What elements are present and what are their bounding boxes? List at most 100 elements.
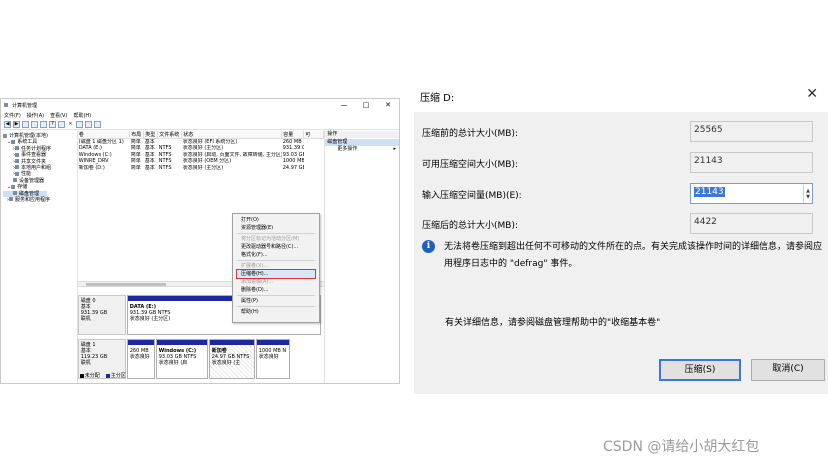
menu-item-add-mirror: 添加镜像(A)...: [241, 279, 274, 285]
actions-pane: 操作 磁盘管理 更多操作 ▸: [324, 131, 399, 383]
primary-swatch-icon: [105, 373, 110, 378]
delete-icon[interactable]: ✕: [67, 121, 74, 128]
view-icon[interactable]: [58, 121, 65, 128]
menu-item-format[interactable]: 格式化(F)...: [233, 251, 319, 259]
performance-icon: [15, 171, 19, 176]
partition-windows-c[interactable]: Windows (C:) 93.03 GB NTFS 状态良好 (启: [155, 339, 208, 379]
clock-icon: [15, 146, 19, 151]
info-message: 无法将卷压缩到超出任何不可移动的文件所在的点。有关完成该操作时间的详细信息，请参…: [444, 242, 823, 269]
total-before-field: 25565: [690, 121, 813, 142]
users-icon: [15, 165, 19, 170]
back-icon[interactable]: ◀: [4, 121, 11, 128]
dialog-close-icon[interactable]: ✕: [806, 86, 818, 102]
shrink-dialog: 压缩 D: ✕ 压缩前的总计大小(MB): 25565 可用压缩空间大小(MB)…: [414, 80, 828, 394]
spinner-arrows[interactable]: ▲ ▼: [803, 184, 812, 203]
menu-separator: [237, 306, 315, 307]
available-shrink-field: 21143: [690, 152, 813, 173]
event-icon: [15, 152, 19, 157]
disk-icon: [13, 191, 17, 196]
chevron-right-icon: ▸: [393, 146, 396, 152]
col-filesystem[interactable]: 文件系统: [157, 131, 183, 139]
cm-body: 计算机管理(本地) ⌄ 系统工具 › 任务计划程序 › 事件查看器 › 共享文件夹 › 本…: [1, 131, 399, 383]
shrink-button[interactable]: 压缩(S): [659, 359, 741, 381]
cm-title: 计算机管理: [12, 102, 38, 109]
menu-separator: [237, 295, 315, 296]
col-volume[interactable]: 卷: [77, 131, 131, 139]
scrollbar-thumb[interactable]: [85, 283, 166, 286]
info-icon: i: [422, 240, 435, 253]
services-icon: [9, 197, 13, 202]
check-icon[interactable]: [76, 121, 83, 128]
forward-icon[interactable]: ▶: [13, 121, 20, 128]
col-layout[interactable]: 布局: [129, 131, 145, 139]
cm-menu-bar: 文件(F) 操作(A) 查看(V) 帮助(H): [1, 111, 399, 120]
search-icon[interactable]: [85, 121, 92, 128]
partition-new-volume-d[interactable]: 新加卷 24.97 GB NTFS 状态良好 (主: [208, 339, 255, 379]
maximize-button[interactable]: □: [355, 101, 377, 109]
partition-winre[interactable]: 1000 MB N 状态良好: [255, 339, 290, 379]
table-row[interactable]: 新加卷 (D:) 简单 基本 NTFS 状态良好 (主分区) 24.97 GB: [78, 165, 324, 171]
menu-item-change-letter[interactable]: 更改驱动器号和路径(C)...: [233, 243, 319, 251]
col-free[interactable]: 可: [303, 131, 325, 139]
label-total-after: 压缩后的总计大小(MB):: [422, 221, 518, 231]
menu-item-mark-active: 将分区标记为活动分区(M): [241, 236, 300, 242]
computer-icon: [3, 133, 7, 138]
disk-legend: 未分配 主分区: [79, 372, 126, 379]
col-type[interactable]: 类型: [143, 131, 159, 139]
partition-efi[interactable]: 260 MB 状态良好: [126, 339, 155, 379]
menu-item-open[interactable]: 打开(O): [233, 216, 319, 224]
view-detail-icon[interactable]: [94, 121, 101, 128]
unallocated-swatch-icon: [79, 373, 84, 378]
label-available-shrink: 可用压缩空间大小(MB):: [422, 160, 518, 170]
disk-label-0[interactable]: 磁盘 0 基本 931.39 GB 联机: [77, 295, 126, 335]
navigation-tree: 计算机管理(本地) ⌄ 系统工具 › 任务计划程序 › 事件查看器 › 共享文件夹 › 本…: [1, 131, 78, 383]
tree-item-services-apps[interactable]: › 服务和应用程序: [3, 197, 77, 203]
cm-toolbar: ◀ ▶ ? ✕: [1, 120, 399, 130]
menu-item-delete[interactable]: 删除卷(D)...: [233, 286, 319, 294]
screenshot-root: 计算机管理 — □ ✕ 文件(F) 操作(A) 查看(V) 帮助(H) ◀ ▶ …: [0, 0, 828, 466]
menu-item-explore[interactable]: 资源管理器(E): [233, 224, 319, 232]
menu-item-extend: 扩展卷(X)...: [241, 263, 269, 269]
actions-header: 操作: [325, 131, 399, 138]
menu-separator: [237, 260, 315, 261]
watermark: CSDN @请给小胡大红包: [603, 439, 760, 455]
menu-item-help[interactable]: 帮助(H): [233, 308, 319, 316]
close-button[interactable]: ✕: [377, 101, 399, 109]
label-shrink-amount: 输入压缩空间量(MB)(E):: [422, 191, 522, 201]
menu-view[interactable]: 查看(V): [50, 112, 67, 119]
dialog-title: 压缩 D:: [420, 93, 455, 104]
up-icon[interactable]: [22, 121, 29, 128]
properties-icon[interactable]: [40, 121, 47, 128]
menu-item-properties[interactable]: 属性(P): [233, 297, 319, 305]
dialog-body: 压缩前的总计大小(MB): 25565 可用压缩空间大小(MB): 21143 …: [414, 112, 828, 394]
shrink-amount-value[interactable]: 21143: [694, 187, 725, 197]
menu-help[interactable]: 帮助(H): [73, 112, 91, 119]
help-message: 有关详细信息，请参阅磁盘管理帮助中的"收缩基本卷": [445, 318, 661, 328]
table-row[interactable]: (磁盘 1 磁盘分区 1) 简单 基本 状态良好 (EFI 系统分区) 260 MB: [78, 139, 324, 146]
legend-primary: 主分区: [105, 372, 126, 379]
volume-table-header: 卷 布局 类型 文件系统 状态 容量 可: [77, 131, 325, 139]
menu-item-shrink[interactable]: 压缩卷(H)...: [236, 269, 316, 279]
storage-icon: [11, 184, 16, 189]
computer-management-icon: [4, 103, 8, 107]
device-icon: [13, 178, 17, 183]
legend-unallocated: 未分配: [79, 372, 100, 379]
arrow-down-icon[interactable]: ▼: [806, 194, 810, 200]
minimize-button[interactable]: —: [333, 101, 355, 109]
volume-table: 卷 布局 类型 文件系统 状态 容量 可 (磁盘 1 磁盘分区 1) 简单 基本 状态…: [77, 131, 325, 171]
col-capacity[interactable]: 容量: [281, 131, 305, 139]
window-controls: — □ ✕: [333, 101, 399, 109]
actions-disk-management[interactable]: 磁盘管理: [325, 139, 399, 146]
menu-file[interactable]: 文件(F): [4, 112, 21, 119]
cancel-button[interactable]: 取消(C): [751, 359, 825, 381]
col-status[interactable]: 状态: [181, 131, 283, 139]
actions-more[interactable]: 更多操作 ▸: [325, 146, 399, 153]
menu-action[interactable]: 操作(A): [27, 112, 44, 119]
help-icon[interactable]: ?: [49, 121, 56, 128]
context-menu: 打开(O) 资源管理器(E) 将分区标记为活动分区(M) 更改驱动器号和路径(C…: [232, 213, 320, 323]
label-total-before: 压缩前的总计大小(MB):: [422, 129, 518, 139]
total-after-field: 4422: [690, 213, 813, 234]
cm-title-bar: 计算机管理 — □ ✕: [1, 99, 399, 111]
shrink-amount-stepper[interactable]: 21143 ▲ ▼: [690, 183, 813, 204]
show-hide-tree-icon[interactable]: [31, 121, 38, 128]
